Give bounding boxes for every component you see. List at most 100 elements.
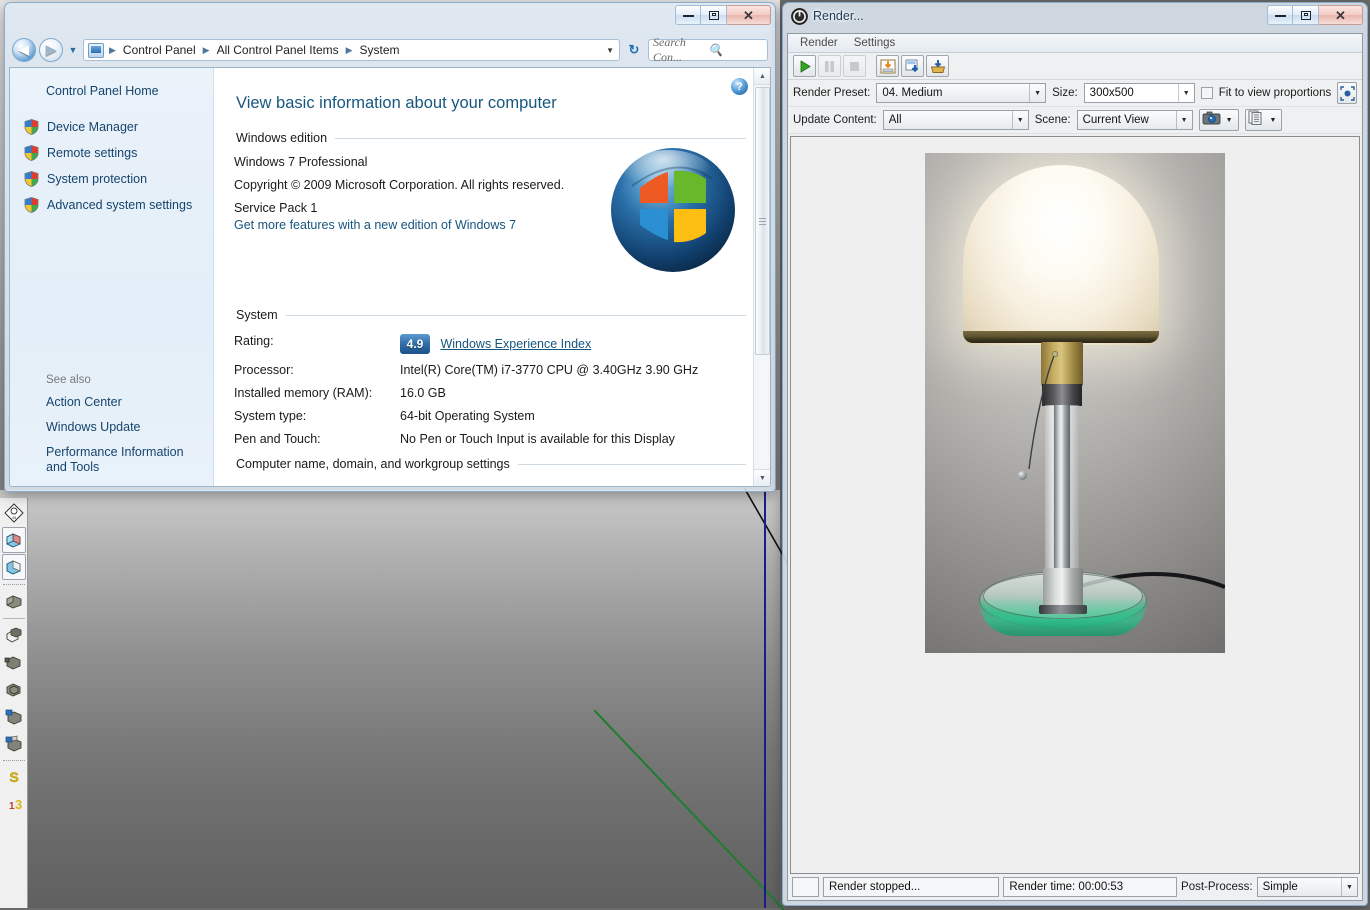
fit-to-view-checkbox[interactable] xyxy=(1201,87,1213,99)
minimize-icon[interactable] xyxy=(675,5,701,25)
row-label: Processor: xyxy=(234,363,400,377)
render-window[interactable]: Render... ✕ Render Settings xyxy=(782,2,1368,906)
minimize-icon[interactable] xyxy=(1267,5,1293,25)
chevron-down-icon[interactable]: ▼ xyxy=(1223,117,1236,124)
toolbar-separator xyxy=(3,760,25,761)
menu-settings[interactable]: Settings xyxy=(848,36,902,50)
render-window-buttons[interactable]: ✕ xyxy=(1267,5,1363,25)
maximize-icon[interactable] xyxy=(1293,5,1319,25)
sidebar-item-label: System protection xyxy=(47,172,147,186)
scene-select[interactable]: Current View ▼ xyxy=(1077,110,1193,130)
forward-button[interactable]: ▶ xyxy=(39,38,63,62)
follow-me-icon[interactable] xyxy=(2,622,26,648)
sidebar-item-advanced-system-settings[interactable]: Advanced system settings xyxy=(10,192,213,218)
chevron-down-icon[interactable]: ▼ xyxy=(1267,117,1280,124)
chevron-down-icon[interactable]: ▼ xyxy=(1176,111,1192,129)
camera-icon xyxy=(1202,111,1221,130)
windows-experience-index-link[interactable]: Windows Experience Index xyxy=(440,337,591,351)
update-content-select[interactable]: All ▼ xyxy=(883,110,1029,130)
move-icon[interactable] xyxy=(2,703,26,729)
scroll-up-icon[interactable]: ▲ xyxy=(754,68,770,85)
see-also-action-center[interactable]: Action Center xyxy=(46,395,205,410)
layers-button[interactable]: ▼ xyxy=(1245,109,1283,131)
refresh-button[interactable]: ↻ xyxy=(623,39,645,61)
render-toolbar[interactable] xyxy=(788,53,1362,80)
scroll-down-icon[interactable]: ▼ xyxy=(754,469,770,486)
scrollbar-grip xyxy=(759,216,766,227)
help-icon[interactable]: ? xyxy=(731,78,748,95)
offset-icon[interactable] xyxy=(2,676,26,702)
rotate-icon[interactable] xyxy=(2,730,26,756)
render-time: Render time: 00:00:53 xyxy=(1003,877,1177,897)
update-content-label: Update Content: xyxy=(793,114,877,126)
pause-icon[interactable] xyxy=(818,55,841,77)
chevron-down-icon[interactable]: ▼ xyxy=(606,46,614,55)
sandbox-s-icon[interactable]: S xyxy=(2,764,26,790)
breadcrumb-system[interactable]: System xyxy=(358,42,402,58)
post-process-select[interactable]: Simple ▼ xyxy=(1257,877,1358,897)
sidebar-item-device-manager[interactable]: Device Manager xyxy=(10,114,213,140)
get-more-features-link[interactable]: Get more features with a new edition of … xyxy=(234,218,516,232)
address-bar[interactable]: ▶ Control Panel ▶ All Control Panel Item… xyxy=(83,39,620,61)
search-input[interactable]: Search Con... 🔍 xyxy=(648,39,768,61)
size-select[interactable]: 300x500 ▼ xyxy=(1084,83,1195,103)
axes-icon[interactable]: 45 xyxy=(2,500,26,526)
chevron-down-icon[interactable]: ▼ xyxy=(1341,878,1357,896)
sketchup-left-toolbar[interactable]: 45 xyxy=(0,498,28,908)
render-preset-select[interactable]: 04. Medium ▼ xyxy=(876,83,1046,103)
maximize-icon[interactable] xyxy=(701,5,727,25)
chevron-down-icon[interactable]: ▼ xyxy=(1012,111,1028,129)
stop-icon[interactable] xyxy=(843,55,866,77)
system-type-value: 64-bit Operating System xyxy=(400,409,535,423)
window-title: Render... xyxy=(813,9,864,23)
render-preset-label: Render Preset: xyxy=(793,87,870,99)
post-process-value: Simple xyxy=(1263,881,1341,893)
back-button[interactable]: ◀ xyxy=(12,38,36,62)
sidebar-item-system-protection[interactable]: System protection xyxy=(10,166,213,192)
save-image-icon[interactable] xyxy=(876,55,899,77)
see-also-windows-update[interactable]: Windows Update xyxy=(46,420,205,435)
render-preset-row: Render Preset: 04. Medium ▼ Size: 300x50… xyxy=(788,80,1362,107)
control-panel-titlebar[interactable]: ✕ xyxy=(5,3,775,33)
see-also-title: See also xyxy=(46,374,205,386)
scale-icon[interactable] xyxy=(2,649,26,675)
render-canvas[interactable] xyxy=(790,136,1360,874)
sandbox-3-icon[interactable]: 1 3 xyxy=(2,791,26,817)
close-icon[interactable]: ✕ xyxy=(727,5,771,25)
solid-box-icon[interactable] xyxy=(2,527,26,553)
lamp-base-ferrule-ring xyxy=(1039,605,1087,614)
solid-shape-icon[interactable] xyxy=(2,554,26,580)
push-pull-icon[interactable] xyxy=(2,588,26,614)
play-icon[interactable] xyxy=(793,55,816,77)
control-panel-window[interactable]: ✕ ◀ ▶ ▼ ▶ Control Panel ▶ All Control Pa… xyxy=(4,2,776,492)
aspect-lock-icon[interactable] xyxy=(1337,82,1357,104)
computer-name-section-header: Computer name, domain, and workgroup set… xyxy=(214,457,770,471)
scrollbar-thumb[interactable] xyxy=(755,87,770,355)
sidebar-item-label: Advanced system settings xyxy=(47,198,192,212)
menu-render[interactable]: Render xyxy=(794,36,844,50)
chevron-down-icon[interactable]: ▼ xyxy=(1029,84,1045,102)
fit-to-view-label: Fit to view proportions xyxy=(1219,87,1332,99)
content-scrollbar[interactable]: ▲ ▼ xyxy=(753,68,770,486)
sidebar-item-home[interactable]: Control Panel Home xyxy=(10,84,213,114)
render-menubar[interactable]: Render Settings xyxy=(788,34,1362,53)
system-info-table: Rating: 4.9 Windows Experience Index Pro… xyxy=(214,322,770,446)
render-titlebar[interactable]: Render... ✕ xyxy=(783,3,1367,33)
chevron-down-icon[interactable]: ▼ xyxy=(1178,84,1194,102)
lamp-pull-chain xyxy=(1021,351,1059,475)
processor-value: Intel(R) Core(TM) i7-3770 CPU @ 3.40GHz … xyxy=(400,363,698,377)
sidebar-item-remote-settings[interactable]: Remote settings xyxy=(10,140,213,166)
shield-icon xyxy=(24,171,39,187)
close-icon[interactable]: ✕ xyxy=(1319,5,1363,25)
export-icon[interactable] xyxy=(926,55,949,77)
history-dropdown-icon[interactable]: ▼ xyxy=(66,45,80,55)
control-panel-navbar[interactable]: ◀ ▶ ▼ ▶ Control Panel ▶ All Control Pane… xyxy=(8,35,772,65)
copyright-text: Copyright © 2009 Microsoft Corporation. … xyxy=(234,178,564,192)
save-render-icon[interactable] xyxy=(901,55,924,77)
see-also-performance-information[interactable]: Performance Information and Tools xyxy=(46,445,205,475)
breadcrumb-control-panel[interactable]: Control Panel xyxy=(121,42,198,58)
svg-text:®: ® xyxy=(728,260,734,268)
control-panel-window-buttons[interactable]: ✕ xyxy=(675,5,771,25)
breadcrumb-all-items[interactable]: All Control Panel Items xyxy=(215,42,341,58)
camera-button[interactable]: ▼ xyxy=(1199,109,1239,131)
